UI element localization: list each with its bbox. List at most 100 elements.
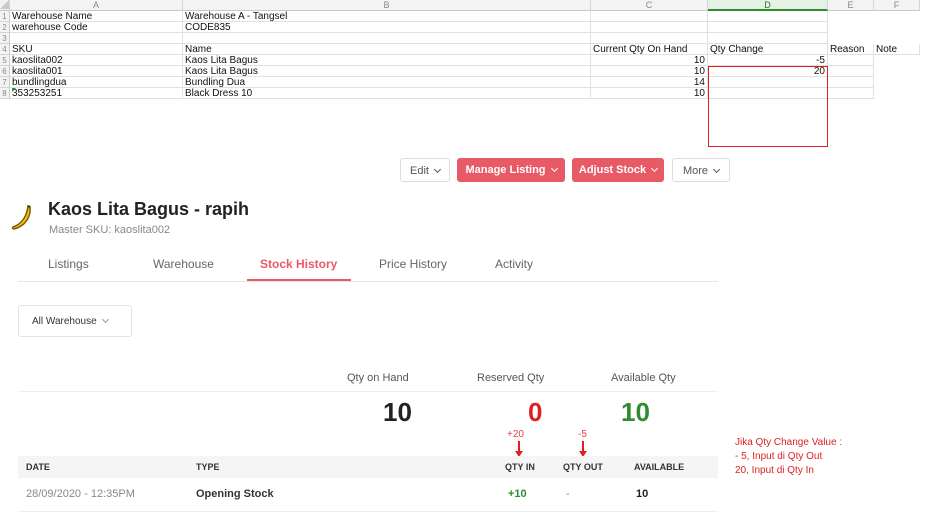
- cell-a7[interactable]: bundlingdua: [10, 77, 183, 88]
- reserved-qty-label: Reserved Qty: [477, 372, 545, 384]
- cell-d2[interactable]: [708, 22, 828, 33]
- active-tab-indicator: [247, 279, 351, 281]
- cell-e4-reason-header[interactable]: Reason: [828, 44, 874, 55]
- column-header-b[interactable]: B: [183, 0, 591, 11]
- edit-button[interactable]: Edit: [400, 158, 450, 182]
- more-button[interactable]: More: [672, 158, 730, 182]
- row-header-4[interactable]: 4: [0, 44, 10, 55]
- note-line-3: 20, Input di Qty In: [735, 465, 814, 476]
- chevron-down-icon: [550, 164, 558, 173]
- cell-b1[interactable]: Warehouse A - Tangsel: [183, 11, 591, 22]
- cell-a8[interactable]: 353253251: [10, 88, 183, 99]
- cell-b4-name-header[interactable]: Name: [183, 44, 591, 55]
- row-header-7[interactable]: 7: [0, 77, 10, 88]
- adjust-stock-button-label: Adjust Stock: [578, 164, 647, 176]
- cell-e5[interactable]: [828, 55, 874, 66]
- row-header-3[interactable]: 3: [0, 33, 10, 44]
- cell-c3[interactable]: [591, 33, 708, 44]
- annotation-plus20: +20: [507, 429, 524, 440]
- cell-d5[interactable]: -5: [708, 55, 828, 66]
- select-all-corner[interactable]: [0, 0, 10, 11]
- cell-a5[interactable]: kaoslita002: [10, 55, 183, 66]
- qty-on-hand-value: 10: [383, 397, 412, 427]
- tab-price-history[interactable]: Price History: [379, 257, 447, 271]
- column-header-d[interactable]: D: [708, 0, 828, 11]
- column-header-f[interactable]: F: [874, 0, 920, 11]
- column-header-c[interactable]: C: [591, 0, 708, 11]
- row-header-1[interactable]: 1: [0, 11, 10, 22]
- cell-f4-note-header[interactable]: Note: [874, 44, 920, 55]
- cell-c7[interactable]: 14: [591, 77, 708, 88]
- cell-a3[interactable]: [10, 33, 183, 44]
- cell-e8[interactable]: [828, 88, 874, 99]
- tab-listings[interactable]: Listings: [48, 257, 89, 271]
- tab-warehouse[interactable]: Warehouse: [153, 257, 214, 271]
- header-qty-out: QTY OUT: [563, 462, 603, 472]
- cell-c4-current-qty-header[interactable]: Current Qty On Hand: [591, 44, 708, 55]
- adjust-stock-button[interactable]: Adjust Stock: [572, 158, 664, 182]
- error-indicator-icon: [12, 88, 16, 92]
- column-header-e[interactable]: E: [828, 0, 874, 11]
- column-header-a[interactable]: A: [10, 0, 183, 11]
- row-divider: [18, 511, 718, 512]
- more-button-label: More: [682, 165, 709, 177]
- cell-a2[interactable]: warehouse Code: [10, 22, 183, 33]
- header-available: AVAILABLE: [634, 462, 685, 472]
- row-header-2[interactable]: 2: [0, 22, 10, 33]
- qty-on-hand-label: Qty on Hand: [347, 372, 409, 384]
- tab-divider: [18, 281, 718, 282]
- product-title: Kaos Lita Bagus - rapih: [48, 199, 250, 219]
- spreadsheet: A B C D E F 1 2 3 4 5 6 7 8 Warehouse Na…: [0, 0, 938, 148]
- cell-a1[interactable]: Warehouse Name: [10, 11, 183, 22]
- annotation-minus5: -5: [578, 429, 587, 440]
- cell-a4-sku-header[interactable]: SKU: [10, 44, 183, 55]
- warehouse-filter-value: All Warehouse: [32, 316, 97, 327]
- cell-a6[interactable]: kaoslita001: [10, 66, 183, 77]
- header-date: DATE: [26, 462, 50, 472]
- header-type: TYPE: [196, 462, 220, 472]
- cell-c1[interactable]: [591, 11, 708, 22]
- warehouse-filter-dropdown[interactable]: All Warehouse: [18, 305, 132, 337]
- arrow-down-icon: [518, 441, 520, 451]
- history-table-header: [18, 456, 718, 478]
- row-available: 10: [636, 488, 649, 500]
- cell-c8[interactable]: 10: [591, 88, 708, 99]
- tab-activity[interactable]: Activity: [495, 257, 533, 271]
- cell-b2[interactable]: CODE835: [183, 22, 591, 33]
- reserved-qty-value: 0: [528, 397, 543, 427]
- cell-b7[interactable]: Bundling Dua: [183, 77, 591, 88]
- qty-change-highlight-box: [708, 66, 828, 147]
- manage-listing-button[interactable]: Manage Listing: [457, 158, 565, 182]
- header-qty-in: QTY IN: [505, 462, 535, 472]
- cell-b5[interactable]: Kaos Lita Bagus: [183, 55, 591, 66]
- available-qty-label: Available Qty: [611, 372, 676, 384]
- row-type: Opening Stock: [196, 488, 274, 500]
- cell-c2[interactable]: [591, 22, 708, 33]
- note-line-1: Jika Qty Change Value :: [735, 437, 843, 448]
- row-header-6[interactable]: 6: [0, 66, 10, 77]
- note-line-2: - 5, Input di Qty Out: [735, 451, 823, 462]
- cell-e6[interactable]: [828, 66, 874, 77]
- cell-d3[interactable]: [708, 33, 828, 44]
- cell-b8[interactable]: Black Dress 10: [183, 88, 591, 99]
- arrow-down-icon: [582, 441, 584, 451]
- cell-c6[interactable]: 10: [591, 66, 708, 77]
- banana-icon: [11, 204, 31, 230]
- edit-button-label: Edit: [410, 165, 429, 177]
- summary-divider: [18, 391, 718, 392]
- manage-listing-button-label: Manage Listing: [465, 164, 546, 176]
- tab-stock-history[interactable]: Stock History: [260, 257, 337, 271]
- row-header-5[interactable]: 5: [0, 55, 10, 66]
- chevron-down-icon: [101, 315, 109, 324]
- row-header-8[interactable]: 8: [0, 88, 10, 99]
- cell-d4-qty-change-header[interactable]: Qty Change: [708, 44, 828, 55]
- cell-d1[interactable]: [708, 11, 828, 22]
- cell-b6[interactable]: Kaos Lita Bagus: [183, 66, 591, 77]
- cell-c5[interactable]: 10: [591, 55, 708, 66]
- available-qty-value: 10: [621, 397, 650, 427]
- row-qty-in: +10: [508, 488, 527, 500]
- master-sku: Master SKU: kaoslita002: [49, 224, 171, 236]
- cell-e7[interactable]: [828, 77, 874, 88]
- chevron-down-icon: [433, 165, 442, 174]
- cell-b3[interactable]: [183, 33, 591, 44]
